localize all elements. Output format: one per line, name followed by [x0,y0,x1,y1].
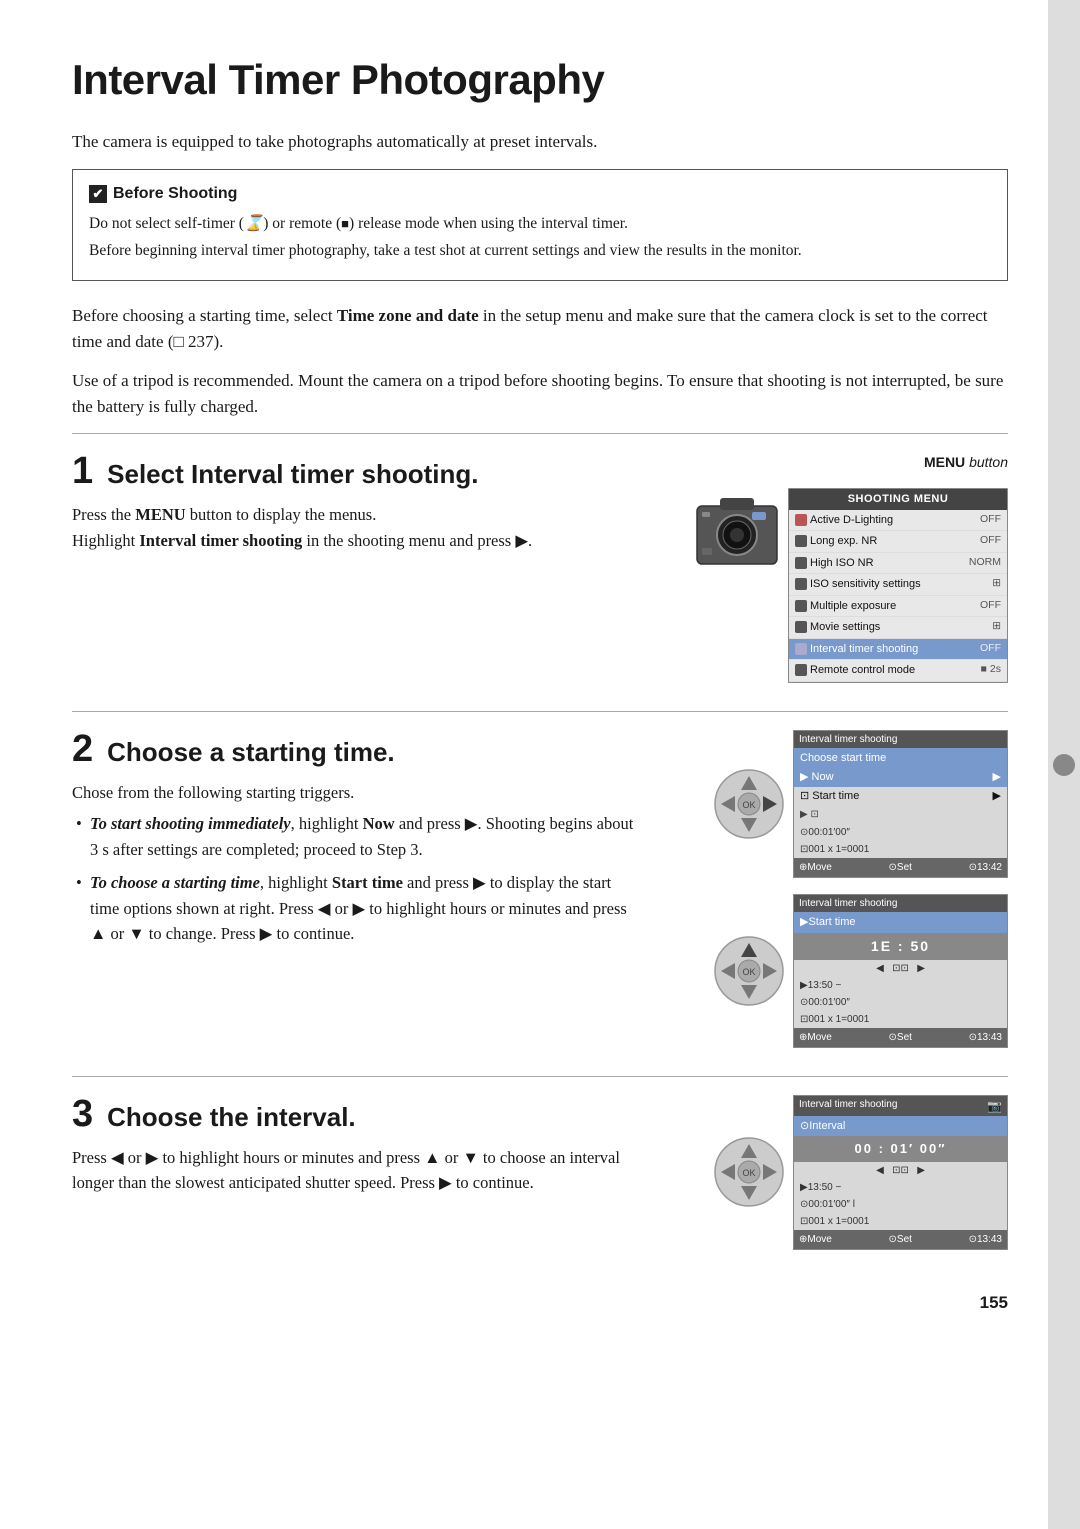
notice-line-2: Before beginning interval timer photogra… [89,239,991,262]
notice-title: ✔ Before Shooting [89,182,991,206]
page-number: 155 [72,1290,1008,1316]
step-3-screen-wrap: OK Interval timer shooting 📷 ⊙Interval 0… [713,1095,1008,1250]
camera-body-icon [692,488,782,578]
step-1-body: Press the MENU button to display the men… [72,502,644,553]
step-3-title: Choose the interval. [107,1098,356,1137]
step-1-menu-label: MENU button [924,452,1008,473]
step-3-section: 3 Choose the interval. Press ◀ or ▶ to h… [72,1095,1008,1250]
intro-text: The camera is equipped to take photograp… [72,129,1008,155]
step-1-heading: 1 Select Interval timer shooting. [72,452,644,494]
step-2-screen-2: Interval timer shooting ▶Start time 1E :… [793,894,1008,1048]
step-1-title: Select Interval timer shooting. [107,455,478,494]
section-rule-1 [72,433,1008,434]
right-page-icon [1053,754,1075,776]
step-2-number: 2 [72,730,93,768]
notice-box: ✔ Before Shooting Do not select self-tim… [72,169,1008,282]
step-2-screen-1-wrap: OK Interval timer shooting Choose start … [713,730,1008,879]
step-2-left: 2 Choose a starting time. Chose from the… [72,730,668,955]
body-para-2: Use of a tripod is recommended. Mount th… [72,368,1008,419]
step-1-section: 1 Select Interval timer shooting. Press … [72,452,1008,683]
right-page-bar [1048,0,1080,1529]
svg-text:OK: OK [742,967,755,977]
svg-text:OK: OK [742,800,755,810]
page-title: Interval Timer Photography [72,48,1008,111]
step-2-heading: 2 Choose a starting time. [72,730,644,772]
notice-line-1: Do not select self-timer (⌛) or remote (… [89,212,991,235]
section-rule-3 [72,1076,1008,1077]
step-1-right: MENU button SHOOTING MENU [668,452,1008,683]
dpad-icon-2: OK [713,935,785,1007]
step-1-number: 1 [72,452,93,490]
step-1-left: 1 Select Interval timer shooting. Press … [72,452,668,553]
step-2-screen-1: Interval timer shooting Choose start tim… [793,730,1008,879]
step-3-body: Press ◀ or ▶ to highlight hours or minut… [72,1145,644,1196]
svg-text:OK: OK [742,1168,755,1178]
step-3-left: 3 Choose the interval. Press ◀ or ▶ to h… [72,1095,668,1196]
step-2-section: 2 Choose a starting time. Chose from the… [72,730,1008,1048]
step-1-camera-screen: SHOOTING MENU Active D-Lighting OFF Long… [788,488,1008,683]
step-3-right: OK Interval timer shooting 📷 ⊙Interval 0… [668,1095,1008,1250]
check-icon: ✔ [89,185,107,203]
step-2-screen-2-wrap: OK Interval timer shooting ▶Start time 1… [713,894,1008,1048]
dpad-icon-1: OK [713,768,785,840]
step-2-body: Chose from the following starting trigge… [72,780,644,947]
step-3-heading: 3 Choose the interval. [72,1095,644,1137]
dpad-icon-3: OK [713,1136,785,1208]
step-2-right: OK Interval timer shooting Choose start … [668,730,1008,1048]
step-2-title: Choose a starting time. [107,733,395,772]
step-3-number: 3 [72,1095,93,1133]
step-3-screen: Interval timer shooting 📷 ⊙Interval 00 :… [793,1095,1008,1250]
body-para-1: Before choosing a starting time, select … [72,303,1008,354]
section-rule-2 [72,711,1008,712]
